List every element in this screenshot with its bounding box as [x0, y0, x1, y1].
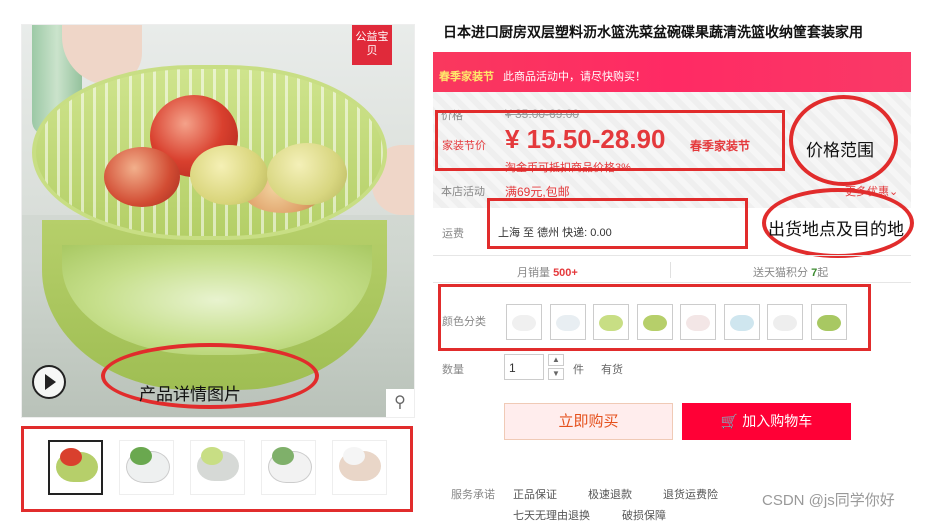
- image-fruit: [190, 145, 268, 205]
- buy-now-button[interactable]: 立即购买: [504, 403, 673, 440]
- divider: [433, 282, 911, 283]
- service-item[interactable]: 正品保证: [513, 486, 557, 502]
- zoom-icon[interactable]: ⚲: [386, 389, 414, 417]
- csdn-watermark: CSDN @js同学你好: [762, 492, 895, 509]
- add-to-cart-label: 加入购物车: [742, 413, 813, 429]
- quantity-input[interactable]: 1: [504, 354, 544, 380]
- monthly-sales-value: 500+: [553, 267, 578, 279]
- promo-banner: 春季家装节 此商品活动中，请尽快购买！: [433, 52, 911, 92]
- service-item[interactable]: 破损保障: [622, 507, 666, 523]
- chevron-down-icon: ⌄: [889, 186, 899, 198]
- service-label: 服务承诺: [451, 489, 495, 501]
- points-suffix: 起: [817, 267, 829, 279]
- points-label: 送天猫积分: [753, 267, 808, 279]
- monthly-sales: 月销量 500+: [517, 264, 578, 280]
- service-item[interactable]: 七天无理由退换: [513, 507, 590, 523]
- divider: [670, 262, 671, 278]
- thumbnail[interactable]: [261, 440, 316, 495]
- image-fruit: [267, 143, 347, 205]
- quantity-label: 数量: [442, 364, 464, 376]
- quantity-up-button[interactable]: ▲: [548, 354, 564, 366]
- store-activity-label: 本店活动: [441, 186, 485, 198]
- shipping-label: 运费: [442, 228, 464, 240]
- annotation-image-label: 产品详情图片: [139, 385, 241, 404]
- cart-icon: 🛒: [720, 413, 739, 429]
- service-item[interactable]: 极速退款: [588, 486, 632, 502]
- tmall-points: 送天猫积分 7起: [753, 264, 828, 280]
- product-title: 日本进口厨房双层塑料沥水篮洗菜盆碗碟果蔬清洗篮收纳筐套装家用: [443, 24, 863, 40]
- annotation-box-shipping: [487, 198, 748, 249]
- thumbnail[interactable]: [48, 440, 103, 495]
- thumbnail[interactable]: [332, 440, 387, 495]
- quantity-unit: 件: [573, 364, 584, 376]
- add-to-cart-button[interactable]: 🛒 加入购物车: [682, 403, 851, 440]
- thumbnail-strip: [21, 426, 413, 512]
- banner-tag: 春季家装节: [439, 71, 494, 83]
- service-item[interactable]: 退货运费险: [663, 486, 718, 502]
- charity-badge: 公益宝贝: [352, 25, 392, 65]
- banner-text: 此商品活动中，请尽快购买！: [503, 71, 646, 83]
- image-apple: [104, 147, 180, 207]
- monthly-sales-label: 月销量: [517, 267, 550, 279]
- annotation-box-price: [435, 110, 785, 171]
- thumbnail[interactable]: [190, 440, 245, 495]
- thumbnail[interactable]: [119, 440, 174, 495]
- annotation-box-color: [438, 284, 871, 351]
- annotation-shipping-label: 出货地点及目的地: [768, 220, 904, 239]
- divider: [433, 255, 911, 256]
- play-video-icon[interactable]: [32, 365, 66, 399]
- annotation-price-label: 价格范围: [806, 141, 874, 160]
- stock-status: 有货: [601, 364, 623, 376]
- quantity-down-button[interactable]: ▼: [548, 368, 564, 380]
